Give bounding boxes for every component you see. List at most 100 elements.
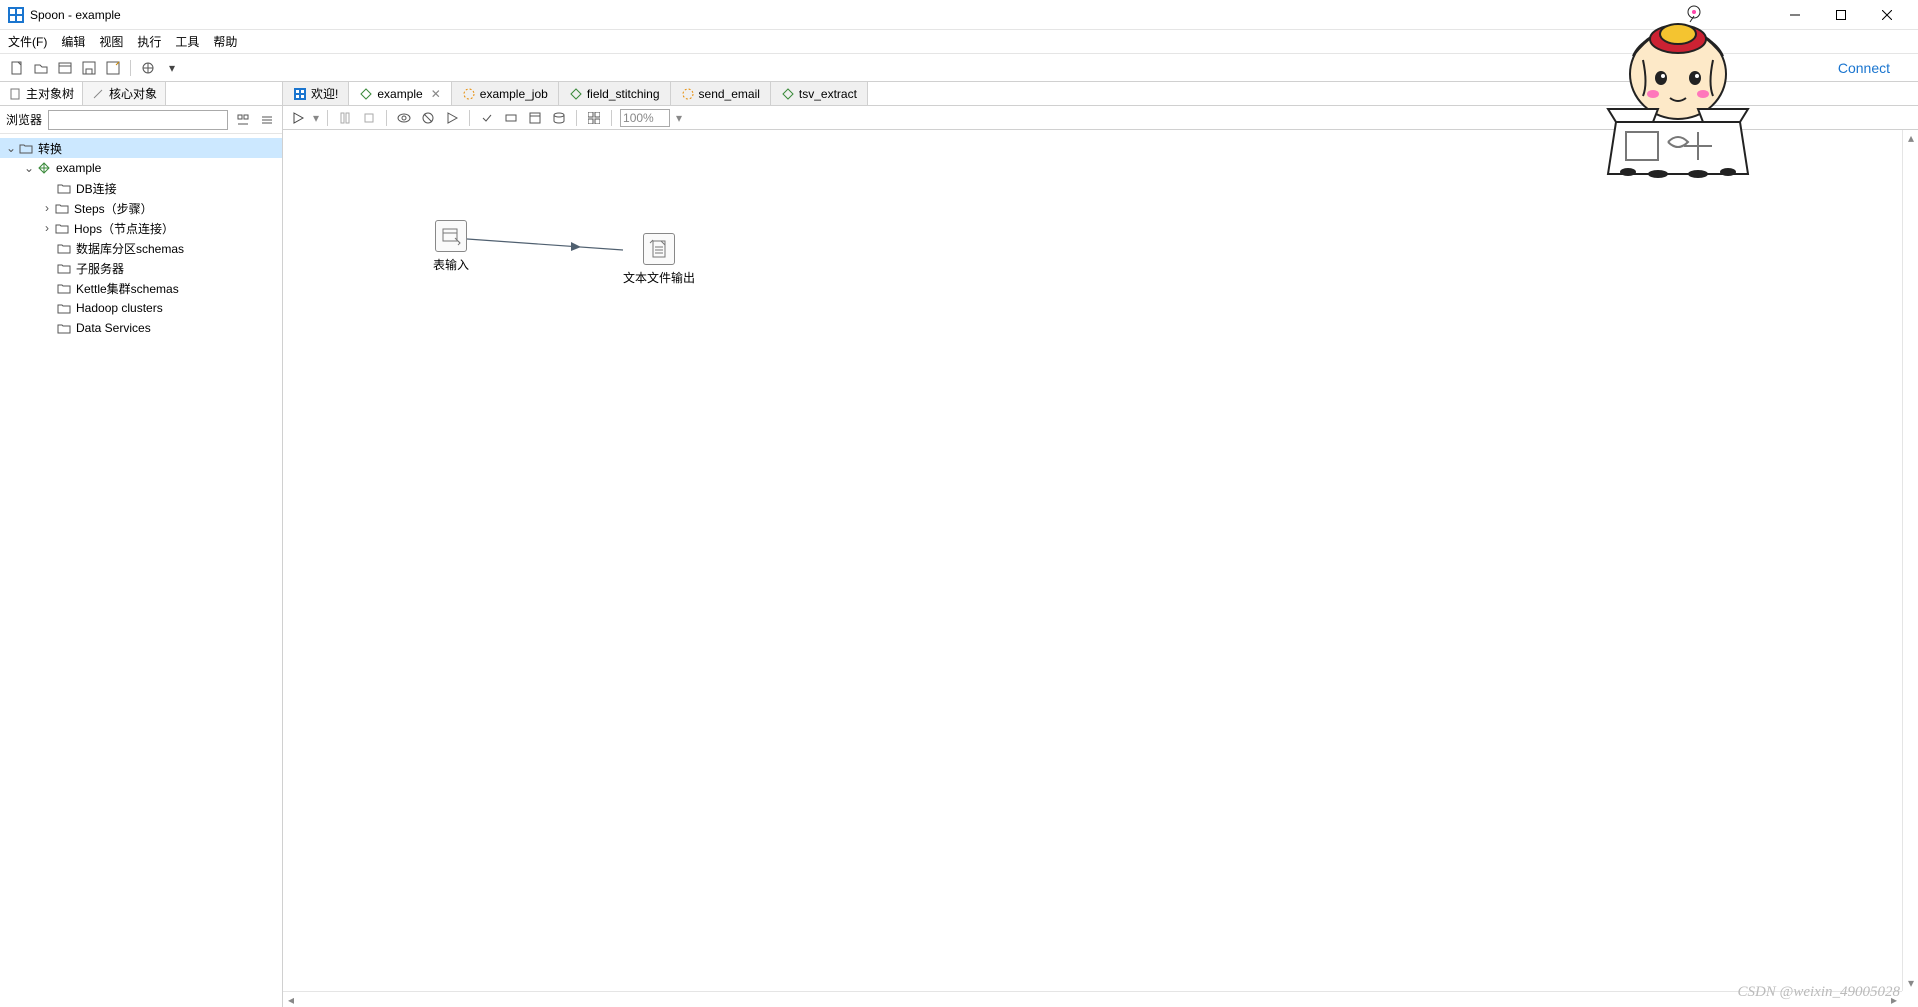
- tree-label: Data Services: [76, 321, 151, 335]
- zoom-input[interactable]: [620, 109, 670, 127]
- tree-node-subserver[interactable]: 子服务器: [0, 258, 282, 278]
- vertical-scrollbar[interactable]: ▴ ▾: [1902, 130, 1918, 991]
- chevron-right-icon[interactable]: ›: [40, 221, 54, 235]
- document-icon: [8, 87, 22, 101]
- toolbar-separator: [130, 60, 131, 76]
- object-tree: ⌄ 转换 ⌄ example DB连接 › Steps（步骤） › H: [0, 134, 282, 342]
- preview-icon[interactable]: [395, 109, 413, 127]
- collapse-all-icon[interactable]: [258, 111, 276, 129]
- tree-node-steps[interactable]: › Steps（步骤）: [0, 198, 282, 218]
- job-icon: [681, 87, 695, 101]
- scroll-up-icon[interactable]: ▴: [1903, 130, 1918, 146]
- debug-icon[interactable]: [419, 109, 437, 127]
- tab-label: example: [377, 87, 422, 101]
- folder-icon: [54, 220, 70, 236]
- scroll-down-icon[interactable]: ▾: [1903, 975, 1918, 991]
- tree-node-dataservices[interactable]: Data Services: [0, 318, 282, 338]
- explore-repo-icon[interactable]: [56, 59, 74, 77]
- tab-tsv-extract[interactable]: tsv_extract: [771, 82, 868, 105]
- tab-label: field_stitching: [587, 87, 660, 101]
- browser-label: 浏览器: [6, 111, 42, 128]
- run-icon[interactable]: [289, 109, 307, 127]
- tree-label: example: [56, 161, 101, 175]
- transformation-icon: [781, 87, 795, 101]
- transformation-icon: [569, 87, 583, 101]
- perspective-icon[interactable]: [139, 59, 157, 77]
- job-icon: [462, 87, 476, 101]
- tree-label: Steps（步骤）: [74, 200, 153, 217]
- pause-icon[interactable]: [336, 109, 354, 127]
- dropdown-arrow-icon[interactable]: ▾: [313, 111, 319, 125]
- save-icon[interactable]: [80, 59, 98, 77]
- tab-field-stitching[interactable]: field_stitching: [559, 82, 671, 105]
- stop-icon[interactable]: [360, 109, 378, 127]
- toolbar-separator: [386, 110, 387, 126]
- show-results-icon[interactable]: [585, 109, 603, 127]
- menu-view[interactable]: 视图: [99, 33, 123, 50]
- step-text-output[interactable]: 文本文件输出: [623, 233, 695, 286]
- main-toolbar: ▾ Connect: [0, 54, 1918, 82]
- tree-label: Kettle集群schemas: [76, 280, 179, 297]
- tab-example[interactable]: example ✕: [349, 82, 451, 105]
- step-label: 表输入: [433, 256, 469, 273]
- sidebar: 主对象树 核心对象 浏览器 ⌄ 转换 ⌄ example: [0, 82, 283, 1007]
- folder-icon: [54, 200, 70, 216]
- tab-send-email[interactable]: send_email: [671, 82, 771, 105]
- explore-db-icon[interactable]: [550, 109, 568, 127]
- menu-run[interactable]: 执行: [137, 33, 161, 50]
- open-file-icon[interactable]: [32, 59, 50, 77]
- folder-icon: [56, 280, 72, 296]
- menu-edit[interactable]: 编辑: [61, 33, 85, 50]
- tab-core-label: 核心对象: [109, 85, 157, 102]
- pencil-icon: [91, 87, 105, 101]
- tree-label: 转换: [38, 140, 62, 157]
- menu-help[interactable]: 帮助: [213, 33, 237, 50]
- tree-node-kettle[interactable]: Kettle集群schemas: [0, 278, 282, 298]
- expand-all-icon[interactable]: [234, 111, 252, 129]
- hop-connector[interactable]: [453, 230, 643, 260]
- title-bar: Spoon - example: [0, 0, 1918, 30]
- connect-button[interactable]: Connect: [1838, 60, 1910, 76]
- new-file-icon[interactable]: [8, 59, 26, 77]
- verify-icon[interactable]: [478, 109, 496, 127]
- tree-label: 数据库分区schemas: [76, 240, 184, 257]
- save-as-icon[interactable]: [104, 59, 122, 77]
- tab-welcome[interactable]: 欢迎!: [283, 82, 349, 105]
- menu-file[interactable]: 文件(F): [8, 33, 47, 50]
- menu-tools[interactable]: 工具: [175, 33, 199, 50]
- tree-label: 子服务器: [76, 260, 124, 277]
- scroll-left-icon[interactable]: ◂: [283, 992, 299, 1007]
- chevron-down-icon[interactable]: ⌄: [22, 161, 36, 175]
- replay-icon[interactable]: [443, 109, 461, 127]
- tree-node-transformations[interactable]: ⌄ 转换: [0, 138, 282, 158]
- tab-label: send_email: [699, 87, 760, 101]
- step-table-input[interactable]: 表输入: [433, 220, 469, 273]
- chevron-down-icon[interactable]: ⌄: [4, 141, 18, 155]
- tab-label: 欢迎!: [311, 85, 338, 102]
- tab-core-objects[interactable]: 核心对象: [83, 82, 166, 105]
- tab-example-job[interactable]: example_job: [452, 82, 559, 105]
- tree-node-db[interactable]: DB连接: [0, 178, 282, 198]
- dropdown-arrow-icon[interactable]: ▾: [676, 111, 682, 125]
- toolbar-separator: [327, 110, 328, 126]
- filter-input[interactable]: [48, 110, 228, 130]
- dropdown-arrow-icon[interactable]: ▾: [163, 59, 181, 77]
- tab-label: tsv_extract: [799, 87, 857, 101]
- impact-icon[interactable]: [502, 109, 520, 127]
- tree-node-hadoop[interactable]: Hadoop clusters: [0, 298, 282, 318]
- chevron-right-icon[interactable]: ›: [40, 201, 54, 215]
- transformation-canvas[interactable]: 表输入 文本文件输出 ▴ ▾ ◂ ▸: [283, 130, 1918, 1007]
- horizontal-scrollbar[interactable]: ◂ ▸: [283, 991, 1902, 1007]
- maximize-button[interactable]: [1818, 0, 1864, 30]
- tree-node-example[interactable]: ⌄ example: [0, 158, 282, 178]
- close-button[interactable]: [1864, 0, 1910, 30]
- toolbar-separator: [469, 110, 470, 126]
- close-icon[interactable]: ✕: [431, 87, 441, 101]
- tree-node-schemas[interactable]: 数据库分区schemas: [0, 238, 282, 258]
- tab-main-object-tree[interactable]: 主对象树: [0, 82, 83, 105]
- text-output-icon: [643, 233, 675, 265]
- tree-node-hops[interactable]: › Hops（节点连接）: [0, 218, 282, 238]
- sql-icon[interactable]: [526, 109, 544, 127]
- minimize-button[interactable]: [1772, 0, 1818, 30]
- tab-main-label: 主对象树: [26, 85, 74, 102]
